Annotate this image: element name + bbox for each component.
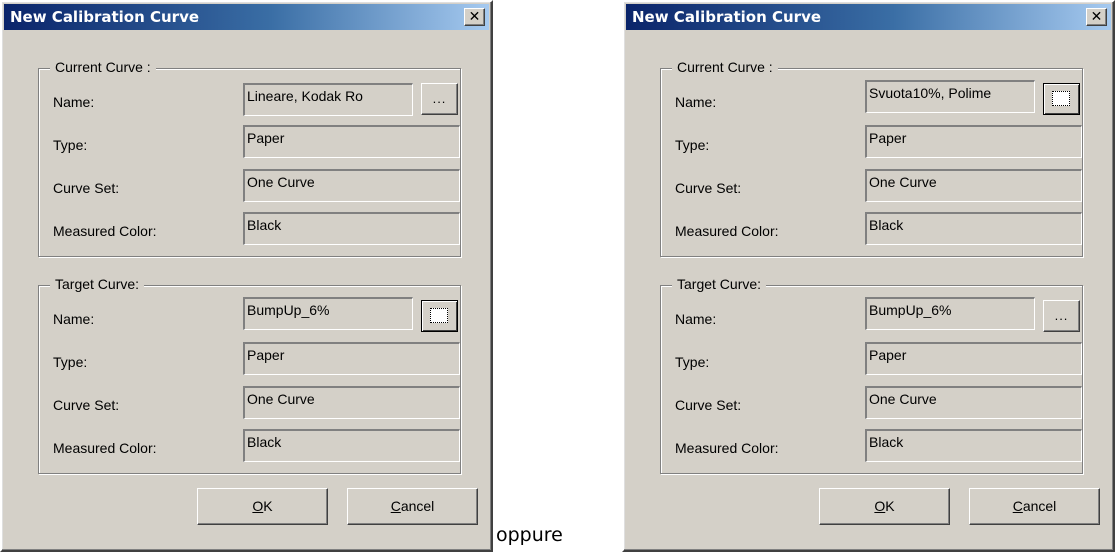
focus-rect-icon — [430, 308, 448, 323]
ok-label-rest: K — [885, 498, 895, 514]
current-curve-set-label: Curve Set: — [53, 180, 120, 196]
cancel-mnemonic: C — [1012, 498, 1023, 514]
close-button[interactable]: ✕ — [464, 8, 485, 26]
current-name-label: Name: — [675, 94, 717, 110]
target-curve-legend: Target Curve: — [672, 276, 767, 292]
target-browse-button[interactable]: ... — [1043, 300, 1080, 332]
current-curve-set-field: One Curve — [865, 169, 1082, 202]
current-curve-group: Current Curve : Name: Lineare, Kodak Ro … — [38, 59, 461, 257]
current-measured-color-label: Measured Color: — [675, 223, 779, 239]
target-curve-group: Target Curve: Name: BumpUp_6% Type: Pape… — [38, 276, 461, 474]
target-curve-set-field: One Curve — [865, 386, 1082, 419]
title-bar[interactable]: New Calibration Curve ✕ — [626, 4, 1111, 30]
current-type-label: Type: — [53, 137, 88, 153]
ok-mnemonic: O — [874, 498, 886, 514]
target-measured-color-field: Black — [865, 429, 1082, 462]
target-type-field: Paper — [865, 342, 1082, 375]
current-measured-color-field: Black — [243, 212, 460, 245]
calibration-dialog-left: New Calibration Curve ✕ Current Curve : … — [0, 0, 493, 552]
current-curve-set-field: One Curve — [243, 169, 460, 202]
current-curve-legend: Current Curve : — [50, 59, 156, 75]
current-type-field: Paper — [865, 125, 1082, 158]
ok-button[interactable]: OK — [197, 488, 328, 525]
target-curve-set-field: One Curve — [243, 386, 460, 419]
current-browse-button[interactable]: ... — [421, 83, 458, 115]
current-curve-group: Current Curve : Name: Svuota10%, Polime … — [660, 59, 1083, 257]
target-measured-color-label: Measured Color: — [675, 440, 779, 456]
current-curve-set-label: Curve Set: — [675, 180, 742, 196]
cancel-label-rest: ancel — [1022, 498, 1057, 514]
current-curve-legend: Current Curve : — [672, 59, 778, 75]
target-curve-set-label: Curve Set: — [675, 397, 742, 413]
target-name-label: Name: — [675, 311, 717, 327]
current-name-field: Svuota10%, Polime — [865, 80, 1035, 113]
dialog-title: New Calibration Curve — [10, 8, 200, 26]
current-type-label: Type: — [675, 137, 710, 153]
target-curve-legend: Target Curve: — [50, 276, 145, 292]
ok-button[interactable]: OK — [819, 488, 950, 525]
close-icon: ✕ — [1090, 8, 1103, 25]
ok-mnemonic: O — [252, 498, 264, 514]
target-type-label: Type: — [53, 354, 88, 370]
target-type-label: Type: — [675, 354, 710, 370]
current-name-field: Lineare, Kodak Ro — [243, 83, 413, 116]
current-type-field: Paper — [243, 125, 460, 158]
cancel-mnemonic: C — [390, 498, 401, 514]
dialog-title: New Calibration Curve — [632, 8, 822, 26]
target-name-label: Name: — [53, 311, 95, 327]
current-name-label: Name: — [53, 94, 95, 110]
between-caption: oppure — [496, 524, 563, 546]
current-measured-color-field: Black — [865, 212, 1082, 245]
target-measured-color-field: Black — [243, 429, 460, 462]
focus-rect-icon — [1052, 91, 1070, 106]
target-curve-set-label: Curve Set: — [53, 397, 120, 413]
cancel-label-rest: ancel — [400, 498, 435, 514]
target-curve-group: Target Curve: Name: BumpUp_6% ... Type: … — [660, 276, 1083, 474]
current-measured-color-label: Measured Color: — [53, 223, 157, 239]
target-name-field: BumpUp_6% — [243, 297, 413, 330]
target-measured-color-label: Measured Color: — [53, 440, 157, 456]
target-name-field: BumpUp_6% — [865, 297, 1035, 330]
cancel-button[interactable]: Cancel — [347, 488, 478, 525]
target-type-field: Paper — [243, 342, 460, 375]
cancel-button[interactable]: Cancel — [969, 488, 1100, 525]
target-browse-button[interactable] — [421, 300, 458, 332]
title-bar[interactable]: New Calibration Curve ✕ — [4, 4, 489, 30]
ok-label-rest: K — [263, 498, 273, 514]
close-icon: ✕ — [468, 8, 481, 25]
calibration-dialog-right: New Calibration Curve ✕ Current Curve : … — [622, 0, 1115, 552]
current-browse-button[interactable] — [1043, 83, 1080, 115]
close-button[interactable]: ✕ — [1086, 8, 1107, 26]
